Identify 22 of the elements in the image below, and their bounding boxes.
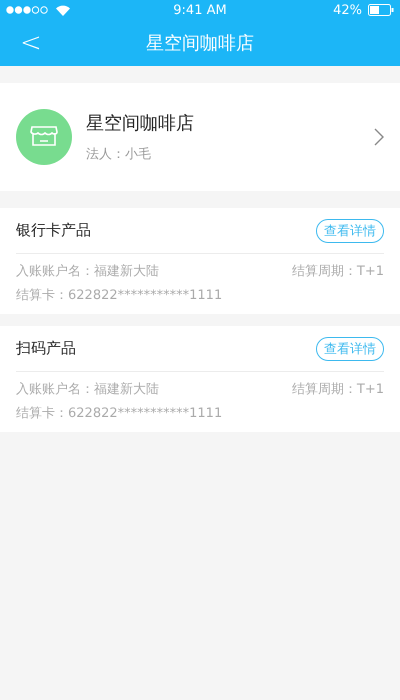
back-button[interactable]: < xyxy=(14,29,48,57)
settlement-cycle: 结算周期：T+1 xyxy=(292,263,384,280)
account-name: 入账账户名：福建新大陆 xyxy=(16,263,159,280)
settlement-cycle: 结算周期：T+1 xyxy=(292,381,384,398)
product-title: 扫码产品 xyxy=(16,339,76,358)
merchant-card[interactable]: 星空间咖啡店 法人：小毛 xyxy=(0,83,400,191)
status-time: 9:41 AM xyxy=(173,2,227,18)
signal-icon xyxy=(6,6,50,14)
settlement-card-number: 结算卡：622822***********1111 xyxy=(16,405,222,422)
legal-person: 法人：小毛 xyxy=(86,146,152,163)
battery-icon xyxy=(368,4,394,16)
nav-title: 星空间咖啡店 xyxy=(146,32,254,55)
merchant-name: 星空间咖啡店 xyxy=(86,112,195,135)
battery-percent: 42% xyxy=(333,2,362,18)
product-title: 银行卡产品 xyxy=(16,221,91,240)
wifi-icon xyxy=(56,4,70,16)
details-button[interactable]: 查看详情 xyxy=(316,336,384,360)
account-name: 入账账户名：福建新大陆 xyxy=(16,381,159,398)
chevron-right-icon xyxy=(374,128,384,146)
details-button[interactable]: 查看详情 xyxy=(316,218,384,242)
store-icon xyxy=(16,109,72,165)
settlement-card-number: 结算卡：622822***********1111 xyxy=(16,287,222,304)
